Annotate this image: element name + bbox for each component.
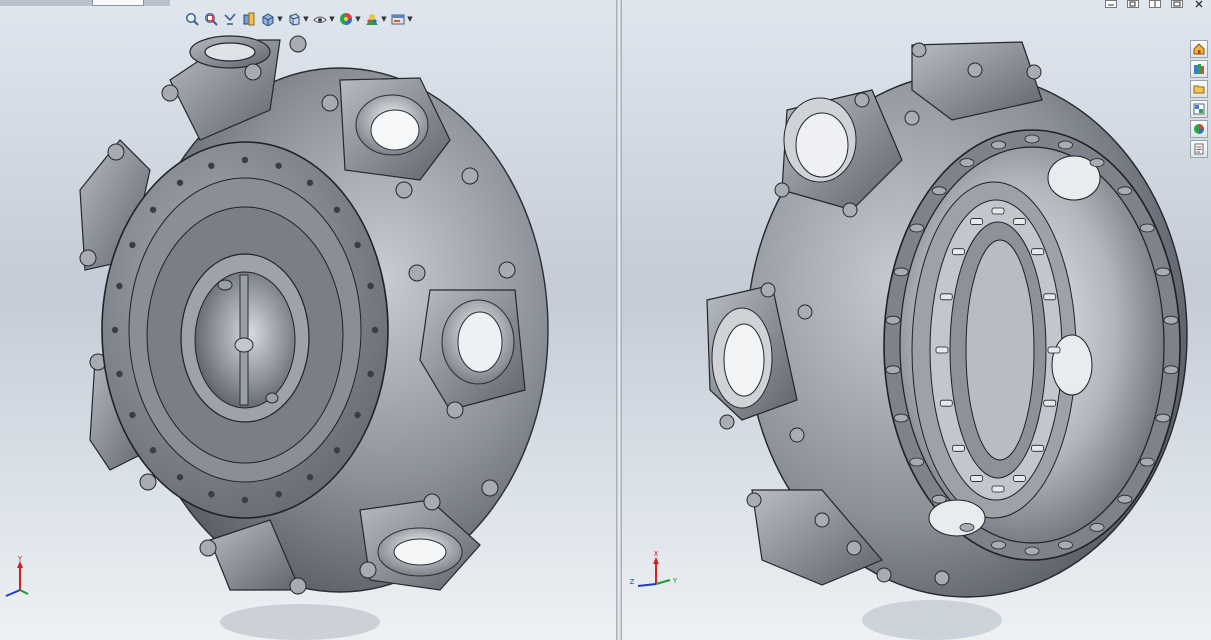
rim-tab xyxy=(1163,365,1179,375)
inner-rib xyxy=(1031,248,1044,256)
flange-bolt-hole xyxy=(176,474,184,481)
inner-rib xyxy=(1043,399,1057,407)
inner-rib xyxy=(991,207,1005,215)
inner-rib xyxy=(1013,218,1026,225)
rim-tab xyxy=(1139,457,1155,467)
flange-bolt-hole xyxy=(333,447,341,454)
rim-tab xyxy=(1089,158,1105,167)
rim-tab xyxy=(1117,494,1133,504)
rim-tab xyxy=(909,457,925,467)
flange-bolt-hole xyxy=(367,370,374,378)
rim-tab xyxy=(931,494,947,504)
coordinate-triad: Y xyxy=(5,556,29,597)
rim-tab xyxy=(893,413,909,423)
triad-y-label: Y xyxy=(17,556,23,563)
inner-rib xyxy=(952,248,965,256)
rim-tab xyxy=(885,315,901,325)
flange-bolt-hole xyxy=(371,326,379,334)
rim-tab xyxy=(931,186,947,196)
inner-rib xyxy=(970,218,983,225)
flange-bolt-hole xyxy=(306,474,314,481)
flange-bolt-hole xyxy=(116,282,123,290)
rim-tab xyxy=(1155,267,1171,277)
rim-tab xyxy=(991,140,1006,150)
flange-bolt-hole xyxy=(241,156,249,164)
rim-tab xyxy=(991,540,1006,550)
housing-model-front-view[interactable] xyxy=(0,0,616,640)
flange-bolt-hole xyxy=(116,370,123,378)
flange-bolt-hole xyxy=(275,491,282,498)
flange-bolt-hole xyxy=(149,447,157,454)
rim-tab xyxy=(1058,540,1073,550)
flange-bolt-hole xyxy=(208,491,215,498)
rim-tab xyxy=(909,223,925,233)
rim-tab xyxy=(1058,140,1073,150)
rim-tab xyxy=(1089,523,1105,532)
rim-tab xyxy=(1155,413,1171,423)
inner-rib xyxy=(970,475,983,482)
rim-tab xyxy=(893,267,909,277)
triad-x-label: X xyxy=(654,550,659,558)
flange-bolt-hole xyxy=(208,162,215,169)
rim-tab xyxy=(1024,134,1040,144)
inner-rib xyxy=(939,293,953,301)
flange-bolt-hole xyxy=(275,162,282,169)
flange-bolt-hole xyxy=(129,241,136,249)
flange-bolt-hole xyxy=(241,496,249,504)
inner-rib xyxy=(1047,346,1061,354)
rim-tab xyxy=(959,158,975,167)
rim-tab xyxy=(1117,186,1133,196)
inner-rib xyxy=(991,485,1005,493)
inner-rib xyxy=(1031,444,1044,452)
inner-rib xyxy=(939,399,953,407)
right-graphics-viewport[interactable]: X Z Y xyxy=(622,0,1211,640)
flange-bolt-hole xyxy=(149,206,157,213)
inner-rib xyxy=(935,346,949,354)
left-graphics-viewport[interactable]: ▼ ▼ ▼ ▼ ▼ ▼ Y xyxy=(0,0,616,640)
triad-z-label: Z xyxy=(630,578,635,586)
flange-bolt-hole xyxy=(306,179,314,186)
flange-bolt-hole xyxy=(111,326,119,334)
flange-bolt-hole xyxy=(354,241,361,249)
coordinate-triad: X Z Y xyxy=(630,550,678,587)
flange-bolt-hole xyxy=(354,411,361,419)
rim-tab xyxy=(959,523,975,532)
rim-tab xyxy=(1163,315,1179,325)
flange-bolt-hole xyxy=(333,206,341,213)
rim-tab xyxy=(885,365,901,375)
flange-bolt-hole xyxy=(176,179,184,186)
inner-rib xyxy=(952,444,965,452)
inner-rib xyxy=(1013,475,1026,482)
triad-y-label: Y xyxy=(672,577,678,585)
rim-tab xyxy=(1139,223,1155,233)
flange-bolt-hole xyxy=(367,282,374,290)
rim-tab xyxy=(1024,546,1040,556)
housing-model-rear-view[interactable] xyxy=(622,0,1211,640)
flange-bolt-hole xyxy=(129,411,136,419)
inner-rib xyxy=(1043,293,1057,301)
